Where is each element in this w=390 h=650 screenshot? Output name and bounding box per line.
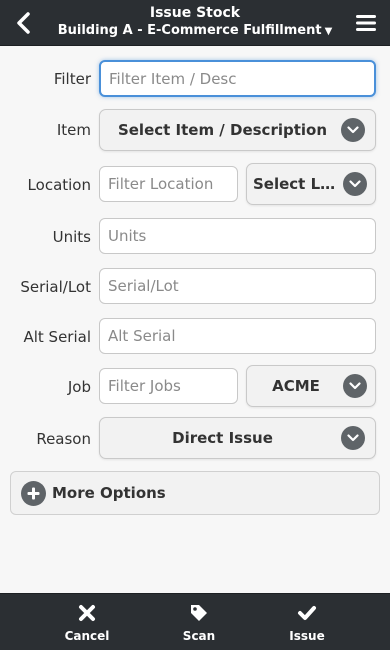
cancel-button[interactable]: Cancel: [47, 594, 127, 650]
item-label: Item: [56, 121, 91, 139]
more-options-label: More Options: [52, 484, 166, 502]
job-filter-input[interactable]: [99, 368, 238, 404]
chevron-down-icon: [343, 374, 367, 398]
units-label: Units: [52, 228, 91, 246]
job-select[interactable]: ACME: [246, 365, 376, 407]
filter-input[interactable]: [99, 60, 376, 97]
chevron-down-icon: [341, 118, 365, 142]
menu-button[interactable]: [350, 7, 382, 39]
item-select-value: Select Item / Description: [117, 121, 328, 139]
checkmark-icon: [267, 602, 347, 624]
tag-icon: [159, 602, 239, 624]
bottom-toolbar: Cancel Scan Issue: [0, 593, 390, 650]
alt-serial-label: Alt Serial: [23, 328, 91, 346]
chevron-down-icon: ▼: [324, 26, 333, 37]
location-selector-label: Building A - E-Commerce Fulfillment: [57, 23, 322, 38]
item-select[interactable]: Select Item / Description: [99, 109, 376, 151]
reason-select[interactable]: Direct Issue: [99, 417, 376, 459]
serial-lot-label: Serial/Lot: [20, 278, 91, 296]
job-select-value: ACME: [272, 377, 320, 395]
location-select-value: Select Location: [253, 175, 339, 193]
scan-label: Scan: [182, 629, 216, 643]
cancel-label: Cancel: [64, 629, 110, 643]
serial-lot-input[interactable]: [99, 268, 376, 304]
issue-label: Issue: [289, 629, 325, 643]
app-header: Issue Stock Building A - E-Commerce Fulf…: [0, 0, 390, 46]
plus-icon: [21, 481, 46, 506]
x-icon: [47, 602, 127, 624]
reason-label: Reason: [36, 430, 91, 448]
page-title: Issue Stock: [149, 5, 241, 21]
job-label: Job: [67, 378, 91, 396]
chevron-down-icon: [343, 172, 367, 196]
alt-serial-input[interactable]: [99, 318, 376, 354]
scan-button[interactable]: Scan: [159, 594, 239, 650]
reason-select-value: Direct Issue: [172, 429, 273, 447]
location-selector[interactable]: Building A - E-Commerce Fulfillment ▼: [50, 22, 340, 41]
hamburger-menu-icon: [356, 15, 376, 31]
units-input[interactable]: [99, 218, 376, 254]
issue-button[interactable]: Issue: [267, 594, 347, 650]
location-select[interactable]: Select Location: [246, 163, 376, 205]
filter-label: Filter: [53, 70, 91, 88]
location-filter-input[interactable]: [99, 166, 238, 202]
location-label: Location: [27, 176, 91, 194]
more-options-button[interactable]: More Options: [10, 471, 380, 515]
chevron-left-icon: [17, 12, 30, 34]
chevron-down-icon: [341, 426, 365, 450]
back-button[interactable]: [8, 7, 40, 39]
